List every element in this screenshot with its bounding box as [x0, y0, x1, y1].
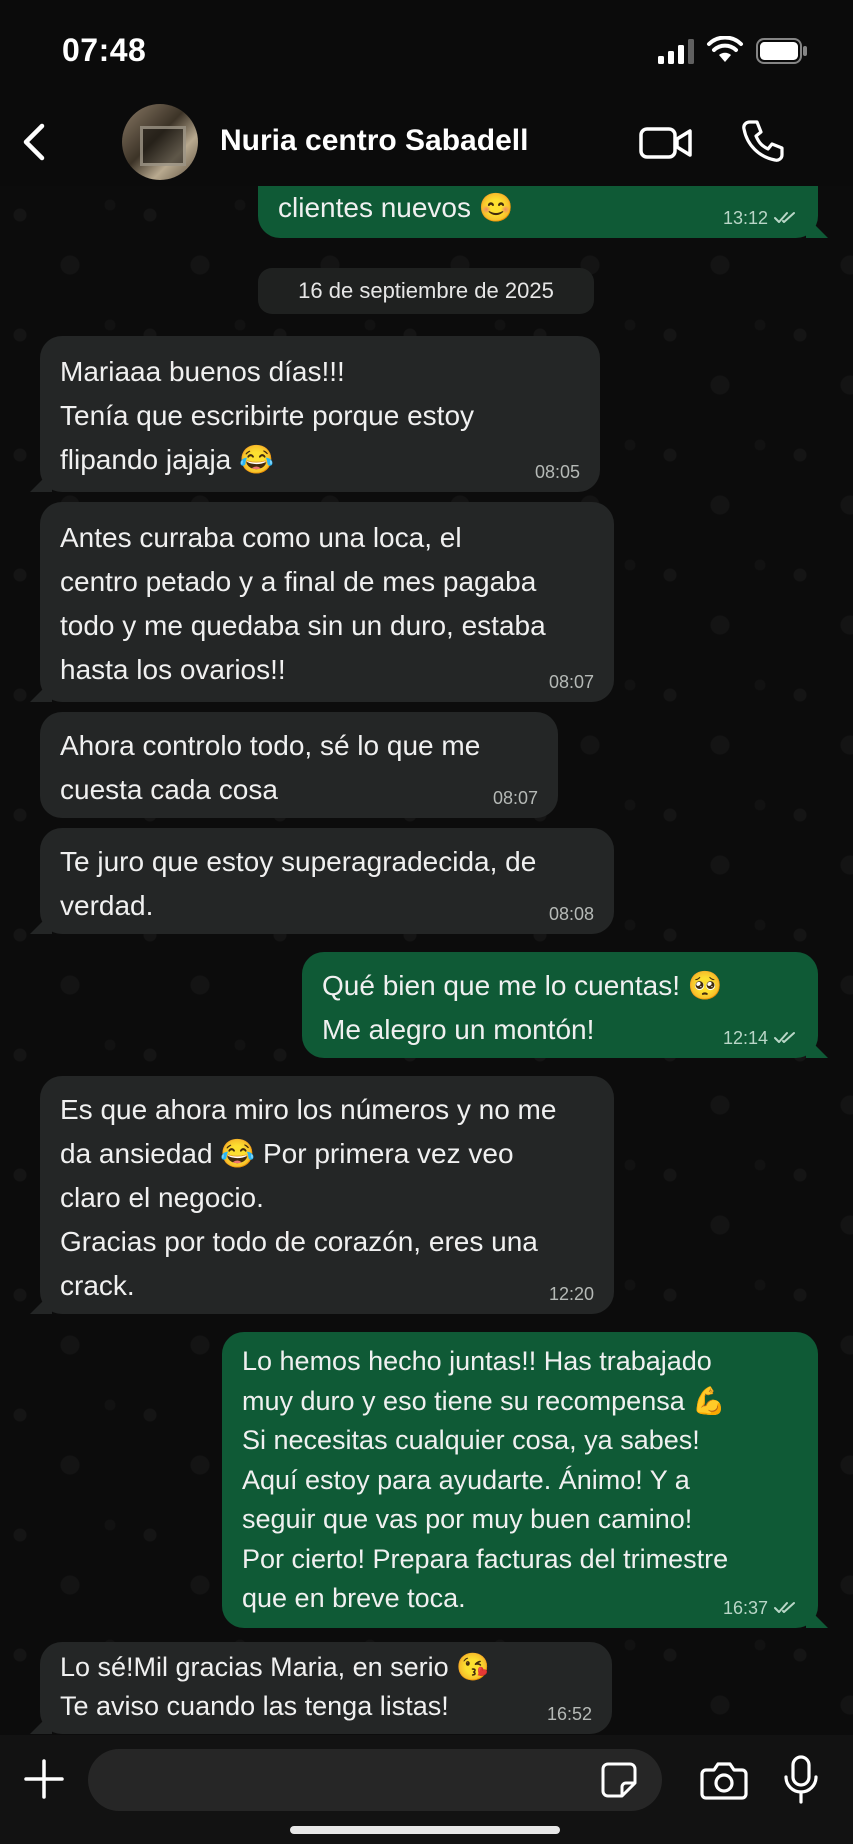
message-meta: 08:08	[549, 904, 594, 924]
message-outgoing[interactable]: Lo hemos hecho juntas!! Has trabajado mu…	[222, 1332, 818, 1628]
camera-icon[interactable]	[700, 1759, 748, 1801]
plus-icon[interactable]	[22, 1757, 66, 1801]
message-time: 13:12	[722, 208, 768, 228]
message-text: Mariaaa buenos días!!! Tenía que escribi…	[60, 356, 475, 475]
message-time: 16:52	[546, 1704, 592, 1724]
message-meta: 08:07	[549, 672, 594, 692]
status-bar: 07:48	[0, 0, 853, 100]
mic-icon[interactable]	[782, 1755, 820, 1805]
signal-icon	[658, 39, 694, 64]
battery-icon	[756, 38, 807, 64]
message-time: 12:14	[722, 1028, 768, 1048]
message-incoming[interactable]: Mariaaa buenos días!!! Tenía que escribi…	[40, 336, 600, 492]
message-incoming[interactable]: Antes curraba como una loca, el centro p…	[40, 502, 614, 702]
contact-name[interactable]: Nuria centro Sabadell	[220, 124, 528, 158]
read-ticks-icon	[774, 1602, 795, 1613]
message-incoming[interactable]: Te juro que estoy superagradecida, de ve…	[40, 828, 614, 934]
contact-avatar[interactable]	[122, 104, 198, 180]
message-time: 08:05	[534, 462, 580, 482]
message-meta: 08:05	[535, 462, 580, 482]
read-ticks-icon	[774, 1032, 795, 1043]
message-text: Lo sé!Mil gracias Maria, en serio 😘 Te a…	[60, 1652, 490, 1721]
message-input[interactable]	[88, 1749, 662, 1811]
message-meta: 08:07	[493, 788, 538, 808]
message-incoming[interactable]: Ahora controlo todo, sé lo que me cuesta…	[40, 712, 558, 818]
message-text: Antes curraba como una loca, el centro p…	[60, 522, 546, 685]
video-call-icon[interactable]	[638, 120, 694, 164]
message-time: 08:07	[548, 672, 594, 692]
chat-header: Nuria centro Sabadell	[0, 100, 853, 186]
message-time: 12:20	[548, 1284, 594, 1304]
message-meta: 12:14	[723, 1028, 798, 1048]
read-ticks-icon	[774, 212, 795, 223]
message-text: Es que ahora miro los números y no me da…	[60, 1094, 557, 1301]
message-meta: 12:20	[549, 1284, 594, 1304]
message-time: 16:37	[722, 1598, 768, 1618]
message-text: Lo hemos hecho juntas!! Has trabajado mu…	[242, 1346, 729, 1613]
home-indicator[interactable]	[290, 1826, 560, 1834]
back-icon[interactable]	[14, 120, 54, 164]
message-time: 08:07	[492, 788, 538, 808]
message-text: Ahora controlo todo, sé lo que me cuesta…	[60, 730, 481, 805]
date-separator: 16 de septiembre de 2025	[258, 268, 594, 314]
status-time: 07:48	[62, 32, 147, 68]
message-incoming[interactable]: Es que ahora miro los números y no me da…	[40, 1076, 614, 1314]
message-time: 08:08	[548, 904, 594, 924]
wifi-icon	[707, 36, 743, 62]
message-outgoing[interactable]: Qué bien que me lo cuentas! 🥺 Me alegro …	[302, 952, 818, 1058]
sticker-icon[interactable]	[600, 1761, 638, 1799]
message-meta: 13:12	[723, 208, 798, 228]
message-meta: 16:37	[723, 1598, 798, 1618]
message-text: clientes nuevos 😊	[278, 192, 514, 223]
message-meta: 16:52	[547, 1704, 592, 1724]
phone-icon[interactable]	[740, 118, 786, 164]
message-incoming[interactable]: Lo sé!Mil gracias Maria, en serio 😘 Te a…	[40, 1642, 612, 1734]
message-text: Te juro que estoy superagradecida, de ve…	[60, 846, 537, 921]
